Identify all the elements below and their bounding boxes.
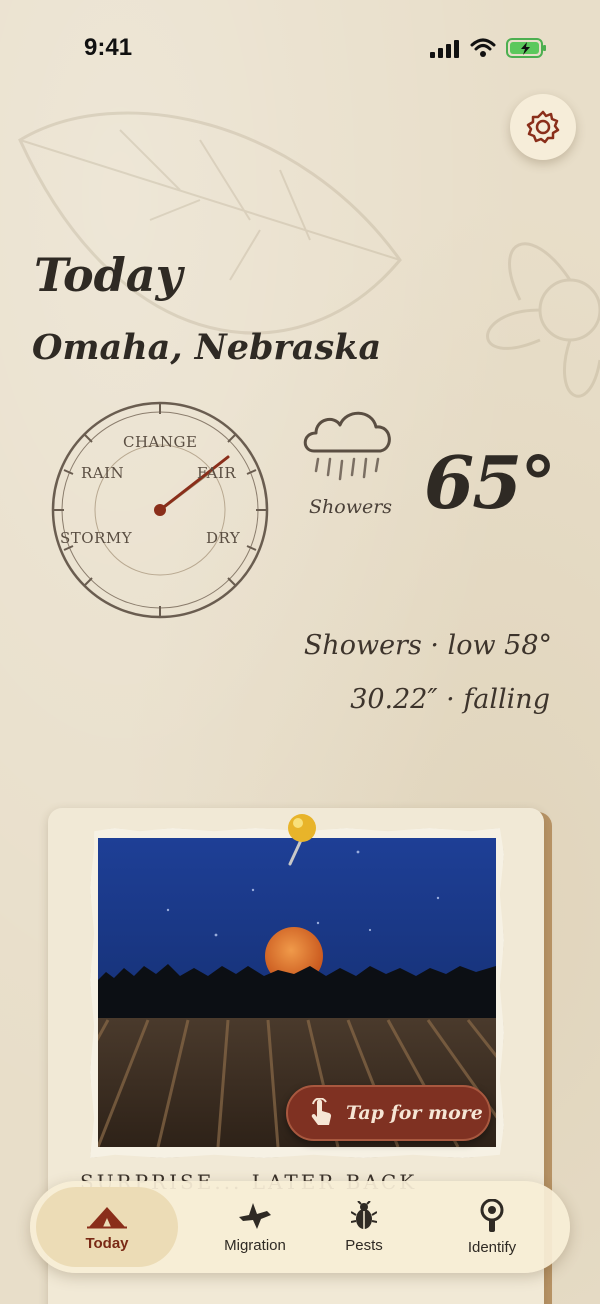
magnifier-icon [480, 1198, 504, 1232]
status-bar: 9:41 [0, 0, 600, 96]
barometer-gauge: CHANGE RAIN FAIR STORMY DRY [50, 400, 270, 620]
hand-tap-icon [311, 1098, 332, 1125]
bird-icon [239, 1202, 271, 1229]
cellular-signal-icon [430, 40, 459, 58]
beetle-icon [351, 1200, 377, 1229]
pressure-reading: 30.22″ · falling [350, 684, 550, 715]
tab-identify[interactable]: Identify [442, 1181, 542, 1273]
tab-label-today: Today [85, 1234, 129, 1252]
tap-for-more-label: Tap for more [346, 1102, 483, 1124]
status-time: 9:41 [84, 34, 133, 61]
tab-today[interactable]: Today [36, 1187, 178, 1267]
barometer-label-change: CHANGE [123, 433, 198, 451]
flower-decoration [486, 242, 600, 398]
tent-icon [87, 1206, 127, 1228]
barometer-label-rain: RAIN [81, 464, 125, 482]
tab-migration[interactable]: Migration [192, 1181, 318, 1273]
tab-label-migration: Migration [224, 1236, 286, 1254]
location-label: Omaha, Nebraska [32, 327, 382, 368]
push-pin-icon [288, 814, 316, 866]
tab-bar: Today Migration Pests Identify [30, 1181, 570, 1273]
barometer-label-stormy: STORMY [60, 529, 133, 547]
page-title: Today [34, 248, 183, 302]
forecast-summary: Showers · low 58° [303, 630, 552, 661]
gear-icon [526, 110, 560, 144]
barometer-label-dry: DRY [206, 529, 241, 547]
tab-pests[interactable]: Pests [322, 1181, 406, 1273]
tap-for-more-button[interactable]: Tap for more [286, 1085, 491, 1141]
barometer-label-fair: FAIR [197, 464, 237, 482]
wifi-icon [470, 38, 496, 57]
settings-button[interactable] [510, 94, 576, 160]
tab-label-identify: Identify [467, 1238, 517, 1256]
battery-charging-icon [506, 38, 546, 58]
condition-label: Showers [309, 496, 393, 518]
tab-label-pests: Pests [345, 1236, 383, 1254]
temperature-value: 65° [424, 440, 556, 525]
rain-cloud-icon [303, 411, 391, 481]
